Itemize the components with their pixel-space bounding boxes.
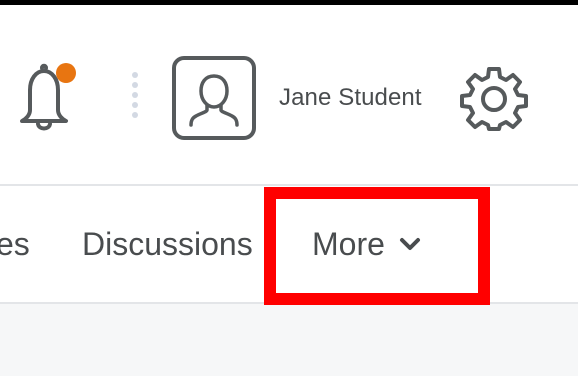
notification-badge — [56, 63, 76, 83]
nav-item-label: es — [0, 225, 30, 262]
annotation-highlight-box — [264, 187, 490, 305]
nav-item-partial[interactable]: es — [0, 186, 30, 302]
gear-icon — [460, 67, 528, 131]
notifications-button[interactable] — [8, 60, 80, 135]
settings-button[interactable] — [460, 65, 528, 133]
minibar-header: Jane Student — [0, 5, 578, 184]
nav-item-label: Discussions — [82, 225, 253, 262]
user-menu-button[interactable]: Jane Student — [172, 53, 442, 143]
user-name: Jane Student — [279, 84, 422, 111]
nav-item-discussions[interactable]: Discussions — [82, 186, 253, 302]
user-icon — [189, 74, 239, 127]
page-content-area — [0, 304, 578, 376]
bell-icon — [20, 63, 76, 131]
avatar — [172, 56, 256, 140]
header-separator — [128, 71, 142, 125]
